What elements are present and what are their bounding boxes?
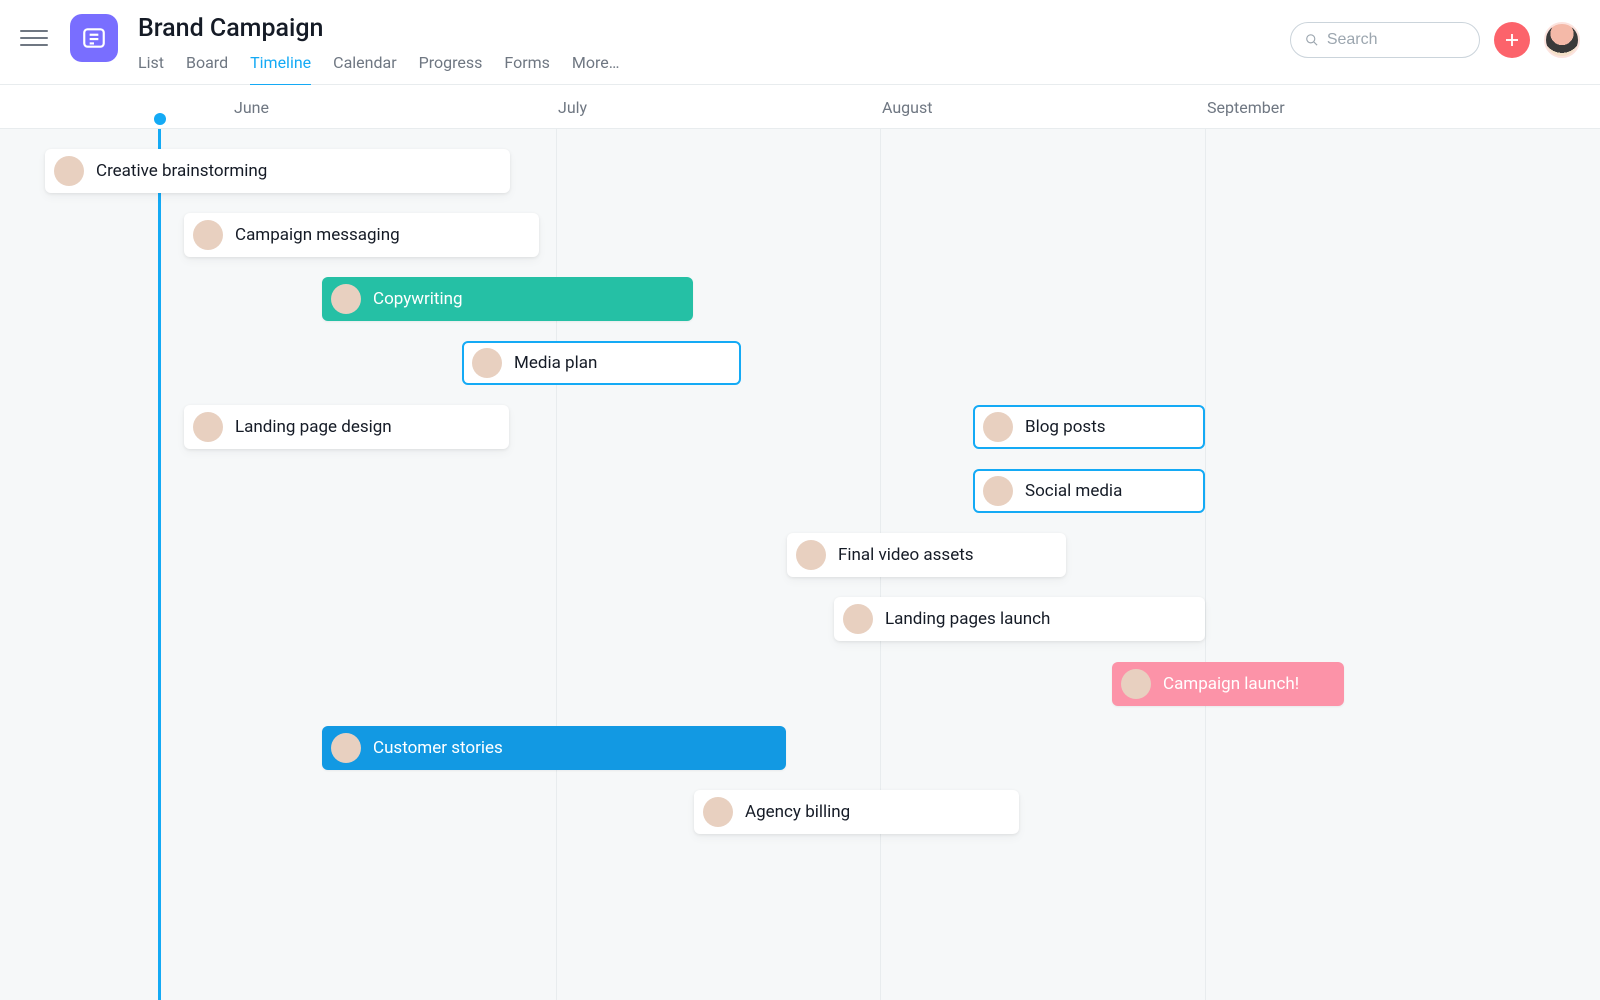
- task-bar[interactable]: Agency billing: [694, 790, 1019, 834]
- assignee-avatar[interactable]: [331, 733, 361, 763]
- today-marker: [158, 119, 161, 1000]
- task-label: Blog posts: [1025, 417, 1106, 437]
- timeline-view: June July August September Creative brainst…: [0, 85, 1600, 1000]
- task-bar[interactable]: Final video assets: [787, 533, 1066, 577]
- search-input[interactable]: [1327, 31, 1465, 49]
- task-label: Campaign launch!: [1163, 674, 1299, 694]
- assignee-avatar[interactable]: [843, 604, 873, 634]
- task-label: Final video assets: [838, 545, 974, 565]
- task-bar[interactable]: Creative brainstorming: [45, 149, 510, 193]
- tab-more[interactable]: More…: [572, 53, 620, 87]
- task-bar[interactable]: Media plan: [462, 341, 741, 385]
- task-bar[interactable]: Landing page design: [184, 405, 509, 449]
- assignee-avatar[interactable]: [796, 540, 826, 570]
- task-bar[interactable]: Campaign launch!: [1112, 662, 1344, 706]
- tab-calendar[interactable]: Calendar: [333, 53, 396, 87]
- today-marker-dot: [154, 113, 166, 125]
- add-button[interactable]: [1494, 22, 1530, 58]
- project-title: Brand Campaign: [138, 12, 1290, 43]
- task-bar[interactable]: Landing pages launch: [834, 597, 1205, 641]
- task-label: Agency billing: [745, 802, 850, 822]
- task-bar[interactable]: Blog posts: [973, 405, 1205, 449]
- search-field[interactable]: [1290, 22, 1480, 58]
- task-bar[interactable]: Customer stories: [322, 726, 786, 770]
- tab-list[interactable]: List: [138, 53, 164, 87]
- tab-forms[interactable]: Forms: [504, 53, 550, 87]
- month-label: July: [556, 85, 587, 129]
- month-label: August: [880, 85, 932, 129]
- menu-icon[interactable]: [20, 24, 48, 52]
- task-label: Campaign messaging: [235, 225, 400, 245]
- assignee-avatar[interactable]: [193, 412, 223, 442]
- timeline-month-header: June July August September: [0, 85, 1600, 129]
- assignee-avatar[interactable]: [193, 220, 223, 250]
- assignee-avatar[interactable]: [1121, 669, 1151, 699]
- task-label: Social media: [1025, 481, 1122, 501]
- assignee-avatar[interactable]: [472, 348, 502, 378]
- task-label: Media plan: [514, 353, 597, 373]
- task-label: Copywriting: [373, 289, 463, 309]
- assignee-avatar[interactable]: [54, 156, 84, 186]
- month-label: September: [1205, 85, 1285, 129]
- month-label: June: [232, 85, 269, 129]
- tab-timeline[interactable]: Timeline: [250, 53, 311, 87]
- task-bar[interactable]: Copywriting: [322, 277, 693, 321]
- task-label: Creative brainstorming: [96, 161, 267, 181]
- task-bar[interactable]: Social media: [973, 469, 1205, 513]
- task-label: Landing pages launch: [885, 609, 1050, 629]
- current-user-avatar[interactable]: [1544, 22, 1580, 58]
- search-icon: [1305, 32, 1319, 48]
- assignee-avatar[interactable]: [983, 412, 1013, 442]
- tab-progress[interactable]: Progress: [419, 53, 483, 87]
- assignee-avatar[interactable]: [331, 284, 361, 314]
- task-label: Customer stories: [373, 738, 503, 758]
- assignee-avatar[interactable]: [983, 476, 1013, 506]
- app-header: Brand Campaign List Board Timeline Calendar…: [0, 0, 1600, 85]
- tab-board[interactable]: Board: [186, 53, 228, 87]
- plus-icon: [1503, 31, 1521, 49]
- task-label: Landing page design: [235, 417, 392, 437]
- task-bar[interactable]: Campaign messaging: [184, 213, 539, 257]
- assignee-avatar[interactable]: [703, 797, 733, 827]
- project-icon[interactable]: [70, 14, 118, 62]
